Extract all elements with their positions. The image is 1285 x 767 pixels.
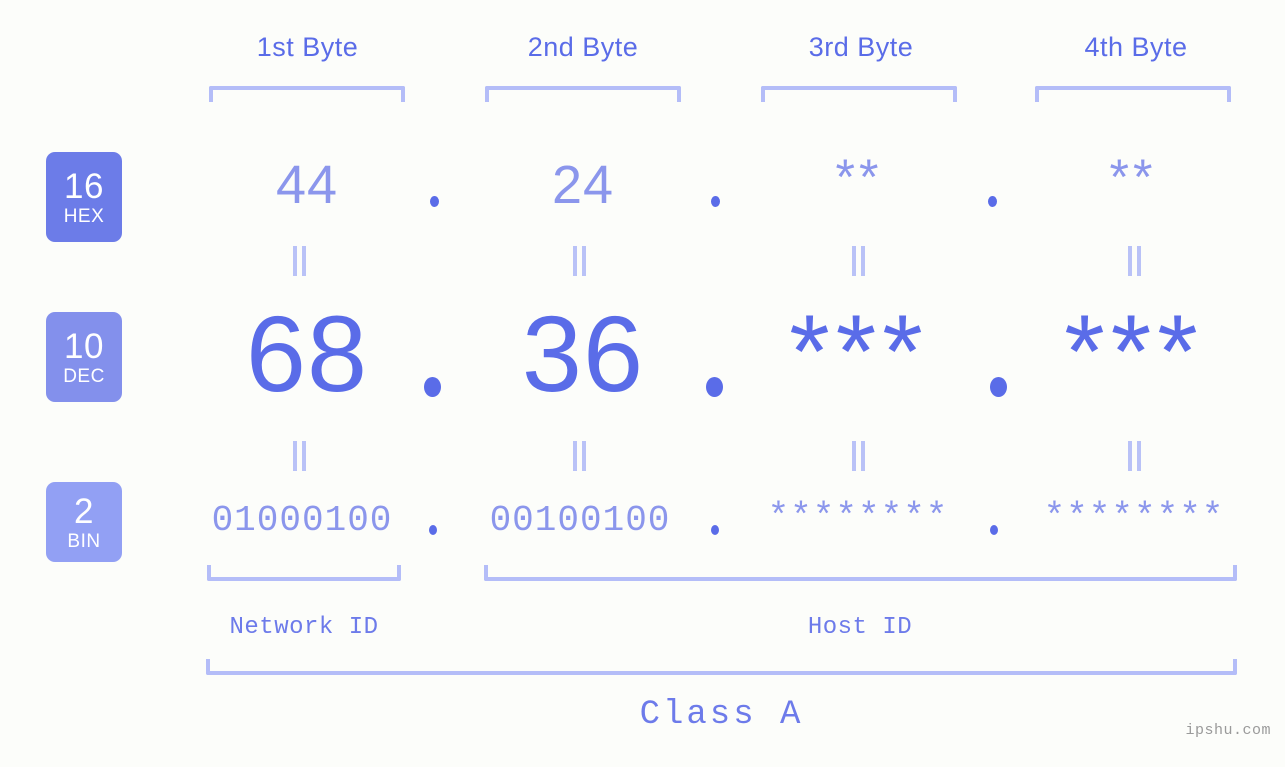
dec-byte-3: *** xyxy=(789,294,929,410)
equals-connector-dec-bin-3 xyxy=(852,441,866,471)
dec-byte-1: 68 xyxy=(245,293,369,414)
network-id-label: Network ID xyxy=(229,614,379,641)
byte-bracket-4 xyxy=(1035,86,1231,102)
bin-byte-4: ******** xyxy=(1043,497,1225,538)
class-bracket xyxy=(206,659,1237,675)
byte-bracket-1 xyxy=(209,86,405,102)
radix-badge-bin: 2 BIN xyxy=(46,482,122,562)
byte-header-1: 1st Byte xyxy=(256,32,359,62)
byte-header-2: 2nd Byte xyxy=(527,32,639,62)
host-id-label: Host ID xyxy=(807,614,913,641)
radix-badge-bin-label: BIN xyxy=(67,530,101,552)
radix-badge-bin-number: 2 xyxy=(74,491,94,531)
radix-badge-hex-number: 16 xyxy=(64,166,104,206)
radix-badge-hex: 16 HEX xyxy=(46,152,122,242)
watermark: ipshu.com xyxy=(1185,722,1271,739)
byte-bracket-3 xyxy=(761,86,957,102)
radix-badge-hex-label: HEX xyxy=(63,205,105,227)
hex-dot-2 xyxy=(711,196,720,207)
dec-byte-2: 36 xyxy=(521,293,645,414)
host-id-bracket xyxy=(484,565,1237,581)
bin-byte-1: 01000100 xyxy=(211,500,393,541)
network-id-bracket xyxy=(207,565,401,581)
hex-dot-3 xyxy=(988,196,997,207)
byte-bracket-2 xyxy=(485,86,681,102)
radix-badge-dec-label: DEC xyxy=(63,365,105,387)
hex-byte-3: ** xyxy=(835,149,883,205)
hex-byte-1: 44 xyxy=(275,155,339,215)
bin-dot-2 xyxy=(711,525,719,535)
class-label: Class A xyxy=(639,696,804,734)
dec-dot-3 xyxy=(990,377,1007,397)
bin-byte-2: 00100100 xyxy=(489,500,671,541)
hex-dot-1 xyxy=(430,196,439,207)
radix-badge-dec-number: 10 xyxy=(64,326,104,366)
hex-byte-4: ** xyxy=(1109,149,1157,205)
equals-connector-hex-dec-2 xyxy=(573,246,587,276)
bin-byte-3: ******** xyxy=(767,497,949,538)
byte-header-3: 3rd Byte xyxy=(808,32,914,62)
bin-dot-1 xyxy=(429,525,437,535)
equals-connector-hex-dec-4 xyxy=(1128,246,1142,276)
equals-connector-dec-bin-4 xyxy=(1128,441,1142,471)
radix-badge-dec: 10 DEC xyxy=(46,312,122,402)
equals-connector-dec-bin-1 xyxy=(293,441,307,471)
dec-dot-2 xyxy=(706,377,723,397)
dec-byte-4: *** xyxy=(1064,294,1204,410)
hex-byte-2: 24 xyxy=(551,155,615,215)
byte-header-4: 4th Byte xyxy=(1084,32,1188,62)
bin-dot-3 xyxy=(990,525,998,535)
equals-connector-hex-dec-1 xyxy=(293,246,307,276)
dec-dot-1 xyxy=(424,377,441,397)
ip-address-breakdown-diagram: 1st Byte 2nd Byte 3rd Byte 4th Byte 16 H… xyxy=(0,0,1285,767)
equals-connector-hex-dec-3 xyxy=(852,246,866,276)
equals-connector-dec-bin-2 xyxy=(573,441,587,471)
